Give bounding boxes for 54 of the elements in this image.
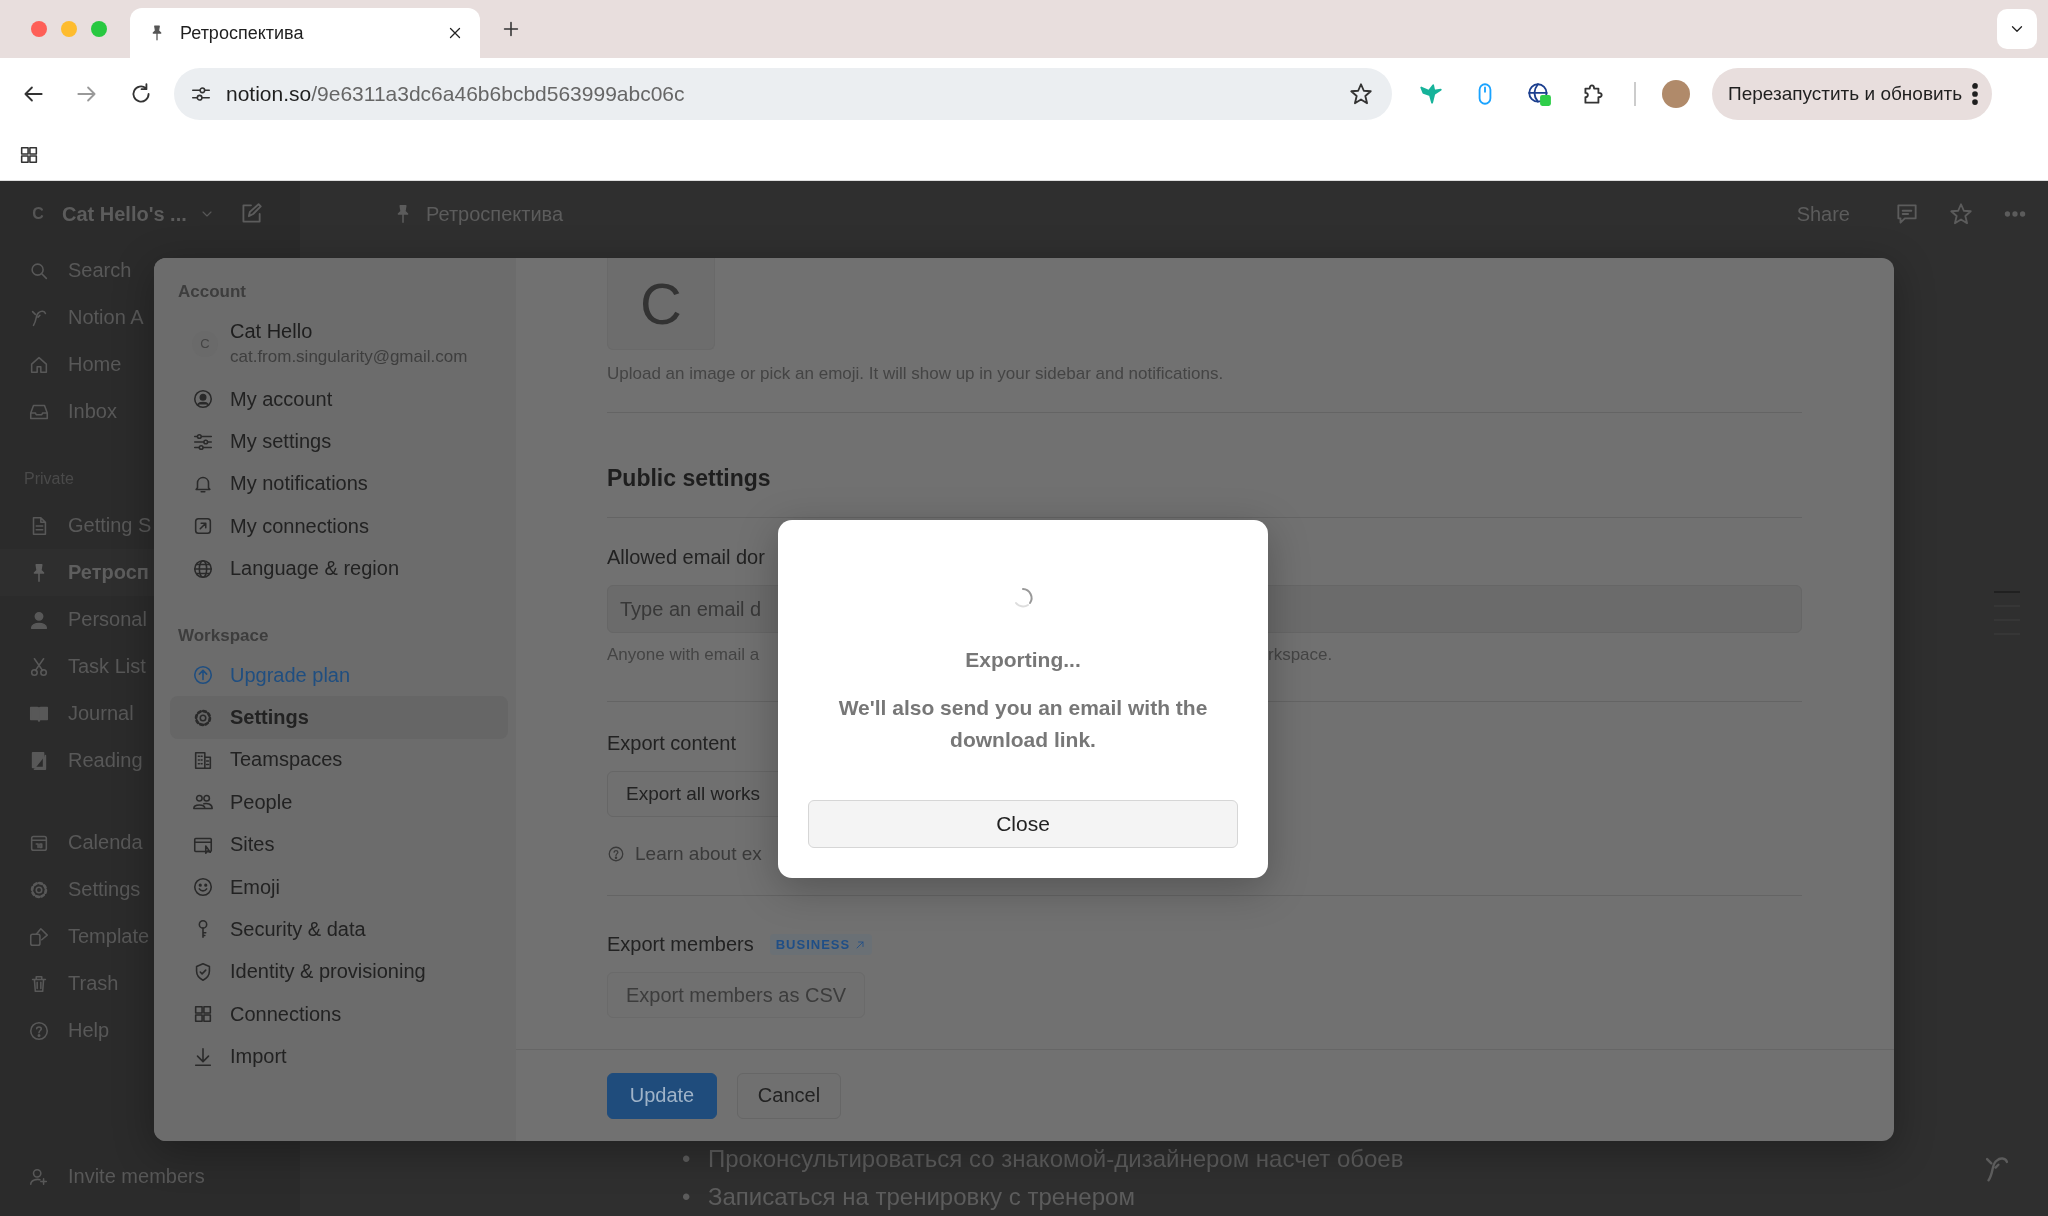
settings-nav-item[interactable]: Identity & provisioning — [170, 950, 508, 994]
update-button[interactable]: Перезапустить и обновить — [1712, 68, 1993, 120]
apps-grid-icon[interactable] — [18, 144, 40, 166]
cancel-button[interactable]: Cancel — [737, 1072, 841, 1119]
help-icon — [28, 1019, 50, 1042]
profile-avatar[interactable] — [1662, 80, 1690, 108]
bullet-marker: • — [682, 1144, 692, 1174]
plan-badge[interactable]: BUSINESS — [769, 934, 873, 955]
workspace-icon-picker[interactable]: C — [607, 258, 715, 350]
close-window-icon[interactable] — [31, 21, 47, 37]
settings-nav-item[interactable]: My connections — [170, 505, 508, 548]
user-circle-icon — [192, 388, 214, 411]
settings-nav-item[interactable]: People — [170, 781, 508, 824]
smiley-icon — [192, 876, 214, 899]
help-icon — [607, 845, 625, 863]
star-icon[interactable] — [1948, 201, 1974, 227]
arrow-up-circle-icon — [192, 664, 214, 687]
bookmark-star-icon[interactable] — [1348, 81, 1374, 107]
settings-nav-item[interactable]: Sites — [170, 823, 508, 866]
download-icon — [192, 1045, 214, 1068]
settings-nav-item[interactable]: Upgrade plan — [170, 653, 508, 697]
settings-nav-item[interactable]: Emoji — [170, 865, 508, 909]
settings-nav-item[interactable]: Settings — [170, 696, 508, 739]
settings-nav-item[interactable]: Teamspaces — [170, 738, 508, 782]
field-label: Export content — [607, 732, 736, 755]
address-bar[interactable]: notion.so/9e6311a3dc6a46b6bcbd563999abc06c — [174, 68, 1392, 120]
update-label: Перезапустить и обновить — [1728, 83, 1963, 105]
settings-nav-item[interactable]: Connections — [170, 993, 508, 1036]
maximize-window-icon[interactable] — [91, 21, 107, 37]
close-button[interactable]: Close — [808, 800, 1238, 848]
tab-title: Ретроспектива — [180, 22, 305, 44]
dialog-title: Exporting... — [965, 648, 1081, 672]
workspace-icon-letter: C — [640, 270, 682, 337]
settings-nav-item[interactable]: Import — [170, 1035, 508, 1078]
user-name: Cat Hello — [230, 320, 314, 343]
url-text: notion.so/9e6311a3dc6a46b6bcbd563999abc06c — [226, 82, 686, 106]
settings-nav-item[interactable]: My notifications — [170, 462, 508, 506]
field-label: Allowed email dor — [607, 546, 765, 569]
scissors-icon — [28, 655, 50, 678]
section-heading: Public settings — [607, 465, 772, 492]
more-vertical-icon — [1972, 83, 1979, 105]
settings-nav-item[interactable]: Security & data — [170, 908, 508, 951]
settings-nav-item[interactable]: My account — [170, 378, 508, 421]
template-icon — [28, 925, 50, 948]
external-arrow-icon — [854, 938, 867, 951]
settings-nav-item[interactable]: My settings — [170, 420, 508, 463]
update-button[interactable]: Update — [607, 1072, 717, 1119]
dialog-message: We'll also send you an email with the download link. — [837, 695, 1209, 753]
comment-icon[interactable] — [1894, 201, 1920, 227]
field-label: Export members — [607, 933, 754, 956]
browser-tab[interactable]: Ретроспектива — [130, 8, 480, 58]
globe-icon[interactable] — [1526, 81, 1552, 107]
globe-icon — [192, 557, 214, 580]
bullet-marker: • — [682, 1182, 692, 1212]
